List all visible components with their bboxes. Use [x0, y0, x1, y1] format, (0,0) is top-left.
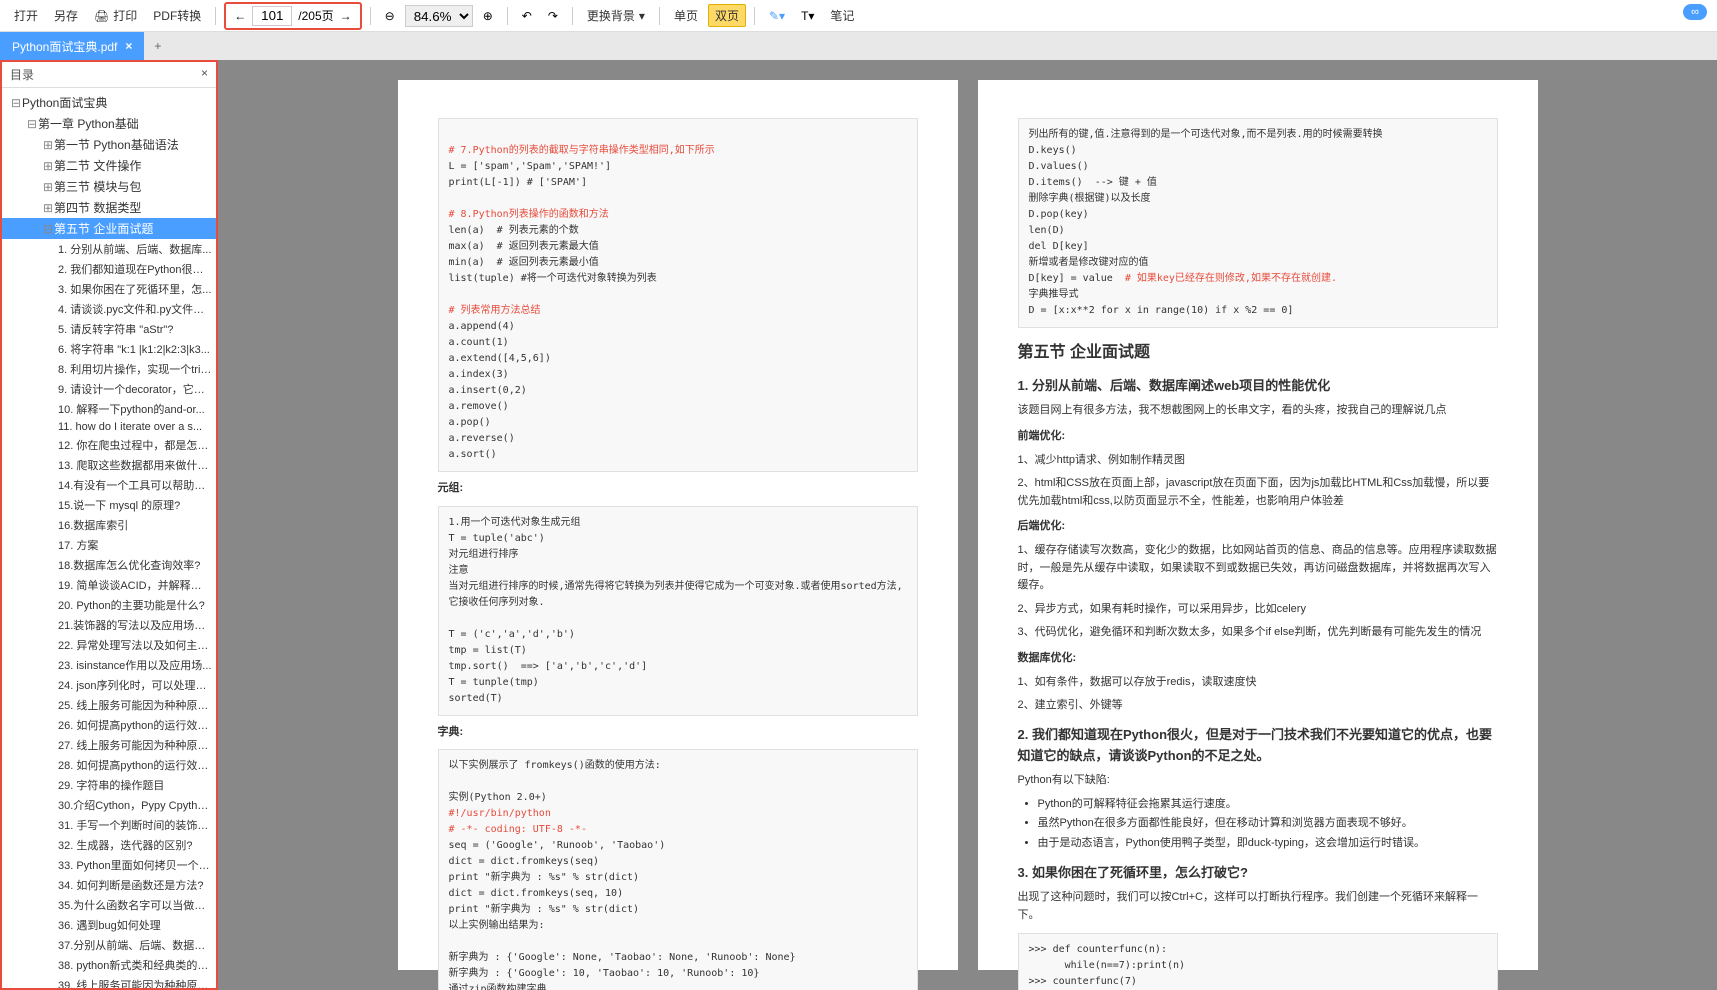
change-background-select[interactable]: 更换背景 ▾: [581, 5, 651, 26]
tree-item[interactable]: 26. 如何提高python的运行效率...: [2, 715, 216, 735]
tree-item[interactable]: 31. 手写一个判断时间的装饰器...: [2, 815, 216, 835]
collapse-icon[interactable]: ⊟: [26, 117, 38, 131]
tree-item[interactable]: 35.为什么函数名字可以当做参...: [2, 895, 216, 915]
question-heading: 1. 分别从前端、后端、数据库阐述web项目的性能优化: [1018, 376, 1498, 397]
expand-icon[interactable]: ⊞: [42, 159, 54, 173]
tree-item[interactable]: 13. 爬取这些数据都用来做什么...: [2, 455, 216, 475]
pdf-convert-button[interactable]: PDF转换: [147, 5, 207, 26]
open-button[interactable]: 打开: [8, 5, 44, 26]
tuple-heading: 元组:: [438, 480, 918, 498]
tree-item[interactable]: 24. json序列化时，可以处理的...: [2, 675, 216, 695]
tree-item[interactable]: 22. 异常处理写法以及如何主动...: [2, 635, 216, 655]
tree-item[interactable]: 6. 将字符串 "k:1 |k1:2|k2:3|k3...: [2, 339, 216, 359]
tree-item[interactable]: 17. 方案: [2, 535, 216, 555]
save-as-button[interactable]: 另存: [48, 5, 84, 26]
tree-section[interactable]: ⊞第一节 Python基础语法: [2, 134, 216, 155]
zoom-in-icon[interactable]: ⊕: [477, 9, 499, 23]
open-label: 打开: [14, 7, 38, 24]
tree-item[interactable]: 11. how do I iterate over a s...: [2, 419, 216, 435]
tree-item[interactable]: 25. 线上服务可能因为种种原因...: [2, 695, 216, 715]
tree-item[interactable]: 12. 你在爬虫过程中，都是怎么...: [2, 435, 216, 455]
page-number-input[interactable]: [252, 6, 292, 26]
expand-icon[interactable]: ⊞: [42, 201, 54, 215]
tree-item[interactable]: 18.数据库怎么优化查询效率?: [2, 555, 216, 575]
add-tab-button[interactable]: +: [144, 35, 171, 57]
expand-icon[interactable]: ⊞: [42, 180, 54, 194]
text-icon[interactable]: T▾: [795, 9, 820, 23]
tree-item[interactable]: 3. 如果你困在了死循环里，怎...: [2, 279, 216, 299]
tree-item[interactable]: 20. Python的主要功能是什么?: [2, 595, 216, 615]
sidebar-header: 目录 ×: [2, 62, 216, 88]
total-pages-label: /205页: [298, 7, 333, 24]
page-viewport[interactable]: # 7.Python的列表的截取与字符串操作类型相同,如下所示 L = ['sp…: [218, 60, 1717, 990]
tree-item[interactable]: 28. 如何提高python的运行效率...: [2, 755, 216, 775]
collapse-icon[interactable]: ⊟: [10, 96, 22, 110]
collapse-icon[interactable]: ⊟: [42, 222, 54, 236]
section-title: 第五节 企业面试题: [1018, 340, 1498, 366]
tree-chapter[interactable]: ⊟第一章 Python基础: [2, 113, 216, 134]
notes-button[interactable]: 笔记: [824, 5, 860, 26]
tree-item[interactable]: 30.介绍Cython，Pypy Cpytho...: [2, 795, 216, 815]
tree-item[interactable]: 34. 如何判断是函数还是方法?: [2, 875, 216, 895]
rotate-left-icon[interactable]: ↶: [516, 9, 538, 23]
tree-item[interactable]: 2. 我们都知道现在Python很火...: [2, 259, 216, 279]
tree-item[interactable]: 10. 解释一下python的and-or...: [2, 399, 216, 419]
zoom-out-icon[interactable]: ⊖: [379, 9, 401, 23]
dict-heading: 字典:: [438, 724, 918, 742]
outline-sidebar: 目录 × ⊟Python面试宝典 ⊟第一章 Python基础 ⊞第一节 Pyth…: [0, 60, 218, 990]
tree-item[interactable]: 39. 线上服务可能因为种种原因...: [2, 975, 216, 990]
tree-item[interactable]: 9. 请设计一个decorator，它可...: [2, 379, 216, 399]
print-icon: 🖨: [94, 9, 109, 23]
next-page-icon[interactable]: →: [340, 9, 352, 23]
tree-item[interactable]: 27. 线上服务可能因为种种原因...: [2, 735, 216, 755]
close-icon[interactable]: ×: [125, 39, 132, 53]
tree-item[interactable]: 32. 生成器，迭代器的区别?: [2, 835, 216, 855]
tab-title: Python面试宝典.pdf: [12, 38, 117, 55]
question-heading: 3. 如果你困在了死循环里，怎么打破它?: [1018, 863, 1498, 884]
pdf-page-right: 列出所有的键,值.注意得到的是一个可迭代对象,而不是列表.用的时候需要转换 D.…: [978, 80, 1538, 970]
highlight-icon[interactable]: ✎▾: [763, 9, 791, 23]
double-page-button[interactable]: 双页: [708, 4, 746, 27]
tree-item[interactable]: 23. isinstance作用以及应用场...: [2, 655, 216, 675]
print-button[interactable]: 🖨打印: [88, 5, 143, 26]
question-heading: 2. 我们都知道现在Python很火，但是对于一门技术我们不光要知道它的优点，也…: [1018, 725, 1498, 767]
tree-item[interactable]: 19. 简单谈谈ACID，并解释每一...: [2, 575, 216, 595]
tree-item[interactable]: 37.分别从前端、后端、数据库...: [2, 935, 216, 955]
tree-item[interactable]: 33. Python里面如何拷贝一个对...: [2, 855, 216, 875]
tree-section[interactable]: ⊞第二节 文件操作: [2, 155, 216, 176]
tree-item[interactable]: 36. 遇到bug如何处理: [2, 915, 216, 935]
single-page-button[interactable]: 单页: [668, 5, 704, 26]
tree-item[interactable]: 14.有没有一个工具可以帮助查...: [2, 475, 216, 495]
wps-badge-icon: ∞: [1683, 4, 1707, 20]
tree-item[interactable]: 4. 请谈谈.pyc文件和.py文件的...: [2, 299, 216, 319]
pdf-page-left: # 7.Python的列表的截取与字符串操作类型相同,如下所示 L = ['sp…: [398, 80, 958, 970]
tree-item[interactable]: 21.装饰器的写法以及应用场景...: [2, 615, 216, 635]
page-navigation: ← /205页 →: [224, 2, 361, 30]
tree-item[interactable]: 38. python新式类和经典类的区...: [2, 955, 216, 975]
tree-item[interactable]: 15.说一下 mysql 的原理?: [2, 495, 216, 515]
tree-section[interactable]: ⊞第三节 模块与包: [2, 176, 216, 197]
expand-icon[interactable]: ⊞: [42, 138, 54, 152]
tree-item[interactable]: 8. 利用切片操作，实现一个trim...: [2, 359, 216, 379]
close-sidebar-icon[interactable]: ×: [201, 66, 208, 83]
tree-section-selected[interactable]: ⊟第五节 企业面试题: [2, 218, 216, 239]
tree-root[interactable]: ⊟Python面试宝典: [2, 92, 216, 113]
tree-item[interactable]: 29. 字符串的操作题目: [2, 775, 216, 795]
zoom-select[interactable]: 84.6%: [405, 5, 473, 27]
tree-item[interactable]: 1. 分别从前端、后端、数据库...: [2, 239, 216, 259]
tree-section[interactable]: ⊞第四节 数据类型: [2, 197, 216, 218]
tree-item[interactable]: 5. 请反转字符串 "aStr"?: [2, 319, 216, 339]
file-tab[interactable]: Python面试宝典.pdf ×: [0, 32, 144, 60]
separator: [215, 7, 216, 25]
tree-item[interactable]: 16.数据库索引: [2, 515, 216, 535]
prev-page-icon[interactable]: ←: [234, 9, 246, 23]
rotate-right-icon[interactable]: ↷: [542, 9, 564, 23]
